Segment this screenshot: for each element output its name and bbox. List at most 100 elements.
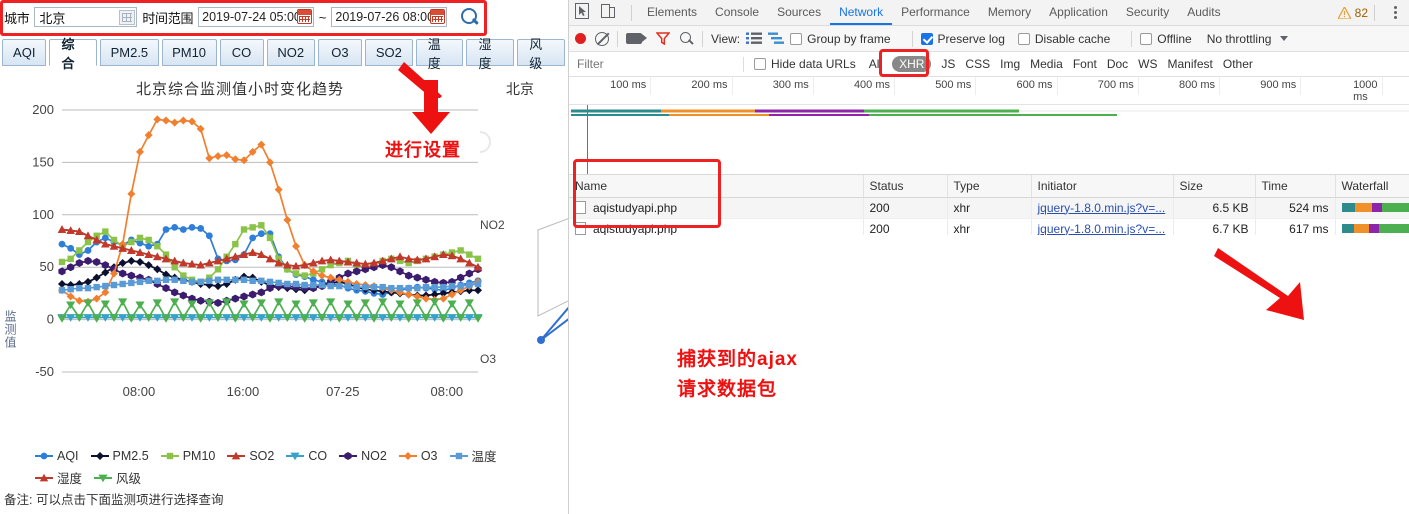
filter-type-other[interactable]: Other	[1223, 57, 1253, 71]
divider	[702, 30, 703, 47]
column-header-size[interactable]: Size	[1173, 175, 1256, 198]
filter-type-css[interactable]: CSS	[965, 57, 990, 71]
disable-cache-checkbox[interactable]	[1017, 32, 1030, 45]
throttling-select[interactable]: No throttling	[1207, 32, 1272, 46]
search-icon[interactable]	[459, 6, 478, 28]
secondary-chart-canvas	[479, 131, 568, 344]
cell-initiator[interactable]: jquery-1.8.0.min.js?v=...	[1031, 197, 1174, 219]
column-header-status[interactable]: Status	[863, 175, 948, 198]
record-button-icon[interactable]	[575, 33, 586, 44]
legend-item-AQI[interactable]: AQI	[34, 449, 79, 463]
overview-gridline	[1381, 77, 1383, 95]
devtools-tab-application[interactable]: Application	[1040, 0, 1117, 25]
preserve-log-label[interactable]: Preserve log	[938, 32, 1005, 46]
grid-picker-icon[interactable]	[119, 9, 136, 25]
legend-item-风级[interactable]: 风级	[93, 468, 141, 487]
group-by-frame-checkbox[interactable]	[790, 32, 803, 45]
devtools-tab-performance[interactable]: Performance	[892, 0, 979, 25]
tab-PM2.5[interactable]: PM2.5	[100, 39, 159, 66]
clear-icon[interactable]	[595, 31, 609, 46]
table-row[interactable]: aqistudyapi.php 200 xhr jquery-1.8.0.min.js…	[569, 197, 1409, 219]
filter-type-js[interactable]: JS	[941, 57, 955, 71]
devtools-tab-memory[interactable]: Memory	[979, 0, 1040, 25]
column-header-type[interactable]: Type	[947, 175, 1032, 198]
overview-gridline	[650, 77, 652, 95]
overview-gridline	[1056, 77, 1058, 95]
chevron-down-icon[interactable]	[1280, 36, 1289, 41]
overview-gridline	[894, 77, 896, 95]
tab-PM10[interactable]: PM10	[161, 39, 217, 66]
legend-item-SO2[interactable]: SO2	[226, 449, 274, 463]
overview-bars	[569, 109, 1409, 116]
tab-AQI[interactable]: AQI	[2, 39, 47, 66]
overview-tick-label: 700 ms	[1097, 79, 1134, 91]
tab-NO2[interactable]: NO2	[266, 39, 315, 66]
offline-checkbox[interactable]	[1140, 32, 1153, 45]
hide-data-urls-checkbox[interactable]	[754, 58, 766, 70]
legend-marker-icon	[35, 452, 53, 459]
funnel-icon[interactable]	[655, 32, 671, 46]
inspect-cursor-icon[interactable]	[575, 2, 597, 23]
filter-type-ws[interactable]: WS	[1138, 57, 1157, 71]
tab-风级[interactable]: 风级	[517, 37, 565, 71]
legend-item-CO[interactable]: CO	[285, 449, 327, 463]
initiator-link[interactable]: jquery-1.8.0.min.js?v=...	[1038, 201, 1166, 215]
filter-type-xhr[interactable]: XHR	[892, 56, 932, 72]
devtools-tab-network[interactable]: Network	[830, 0, 893, 25]
offline-label[interactable]: Offline	[1157, 32, 1191, 46]
legend-label: CO	[308, 448, 328, 463]
filter-type-img[interactable]: Img	[1000, 57, 1020, 71]
column-header-initiator[interactable]: Initiator	[1031, 175, 1174, 198]
device-toolbar-icon[interactable]	[601, 3, 623, 23]
legend-label: AQI	[57, 448, 79, 463]
svg-text:07-25: 07-25	[326, 384, 359, 399]
initiator-link[interactable]: jquery-1.8.0.min.js?v=...	[1038, 222, 1166, 236]
start-date-value: 2019-07-24 05:00	[202, 10, 301, 24]
filter-type-all[interactable]: All	[869, 57, 882, 71]
devtools-tab-security[interactable]: Security	[1117, 0, 1178, 25]
end-date-input[interactable]: 2019-07-26 08:00	[331, 7, 447, 27]
warning-badge[interactable]: 82	[1337, 5, 1368, 20]
kebab-menu-icon[interactable]	[1387, 4, 1403, 22]
tab-湿度[interactable]: 湿度	[466, 37, 515, 71]
preserve-log-checkbox[interactable]	[920, 32, 933, 45]
network-overview-timeline[interactable]	[569, 105, 1409, 175]
list-view-icon[interactable]	[746, 32, 763, 46]
tab-label: O3	[331, 45, 349, 60]
filter-type-font[interactable]: Font	[1073, 57, 1097, 71]
start-date-input[interactable]: 2019-07-24 05:00	[198, 7, 314, 27]
legend-item-温度[interactable]: 温度	[449, 446, 497, 465]
search-icon[interactable]	[680, 31, 694, 46]
devtools-tab-console[interactable]: Console	[706, 0, 768, 25]
cell-name[interactable]: aqistudyapi.php	[569, 197, 864, 219]
devtools-tab-sources[interactable]: Sources	[768, 0, 830, 25]
tab-CO[interactable]: CO	[219, 39, 264, 66]
column-header-time[interactable]: Time	[1255, 175, 1336, 198]
filter-type-media[interactable]: Media	[1030, 57, 1063, 71]
devtools-tab-audits[interactable]: Audits	[1178, 0, 1229, 25]
tab-综合[interactable]: 综合	[49, 37, 98, 71]
column-header-name[interactable]: Name	[569, 175, 864, 198]
legend-label: 温度	[471, 450, 497, 464]
waterfall-view-icon[interactable]	[768, 32, 785, 46]
hide-data-urls-label[interactable]: Hide data URLs	[771, 57, 856, 71]
legend-item-PM2.5[interactable]: PM2.5	[90, 449, 149, 463]
tab-O3[interactable]: O3	[317, 39, 362, 66]
filter-input[interactable]	[575, 56, 735, 72]
legend-item-O3[interactable]: O3	[398, 449, 438, 463]
devtools-tab-elements[interactable]: Elements	[638, 0, 706, 25]
calendar-icon[interactable]	[430, 9, 445, 24]
camera-icon[interactable]	[626, 33, 647, 44]
filter-type-manifest[interactable]: Manifest	[1168, 57, 1213, 71]
legend-item-PM10[interactable]: PM10	[160, 449, 215, 463]
column-header-waterfall[interactable]: Waterfall	[1335, 175, 1409, 198]
group-by-frame-label[interactable]: Group by frame	[807, 32, 890, 46]
calendar-icon[interactable]	[296, 9, 312, 24]
legend-item-NO2[interactable]: NO2	[338, 449, 387, 463]
disable-cache-label[interactable]: Disable cache	[1035, 32, 1110, 46]
city-input[interactable]: 北京	[34, 7, 138, 27]
warning-count: 82	[1354, 5, 1368, 20]
document-icon	[575, 222, 586, 235]
filter-type-doc[interactable]: Doc	[1107, 57, 1128, 71]
legend-item-湿度[interactable]: 湿度	[34, 468, 82, 487]
